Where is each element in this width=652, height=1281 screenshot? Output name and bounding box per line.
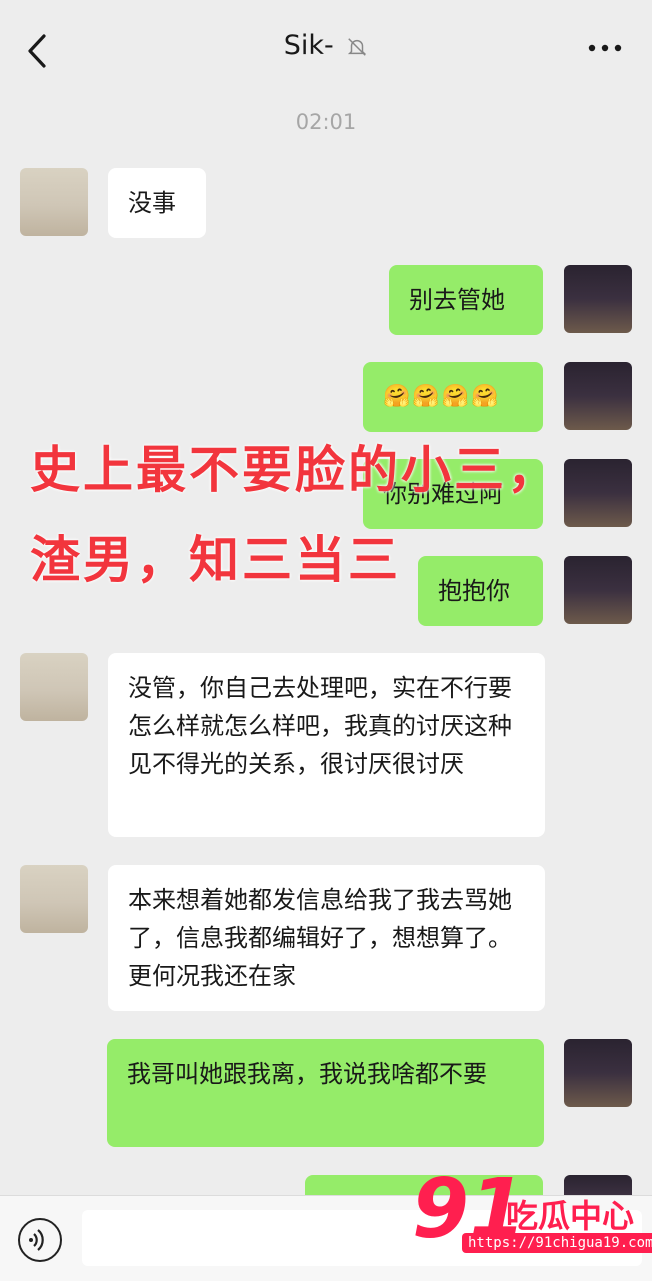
message-bubble[interactable]: 没管，你自己去处理吧，实在不行要怎么样就怎么样吧，我真的讨厌这种见不得光的关系，… <box>108 653 545 837</box>
avatar[interactable] <box>564 556 632 624</box>
watermark-url: https://91chigua19.com <box>462 1233 652 1253</box>
watermark-logo: 91 吃瓜中心 https://91chigua19.com <box>412 1165 652 1265</box>
message-bubble[interactable]: 🤗🤗🤗🤗 <box>363 362 543 432</box>
avatar[interactable] <box>564 459 632 527</box>
chat-header: Sik- <box>0 0 652 100</box>
chat-title: Sik- <box>283 30 334 61</box>
avatar[interactable] <box>564 362 632 430</box>
avatar[interactable] <box>564 1039 632 1107</box>
overlay-caption: 史上最不要脸的小三， 渣男，知三当三 <box>30 425 560 605</box>
bell-off-icon <box>348 37 367 56</box>
avatar[interactable] <box>20 653 88 721</box>
message-timestamp: 02:01 <box>295 110 357 134</box>
watermark-name: 吃瓜中心 <box>506 1197 635 1235</box>
avatar[interactable] <box>20 168 88 236</box>
overlay-caption-line: 史上最不要脸的小三， <box>30 441 560 499</box>
ellipsis-icon[interactable] <box>588 38 622 58</box>
message-bubble[interactable]: 别去管她 <box>389 265 543 335</box>
overlay-caption-line: 渣男，知三当三 <box>30 531 401 589</box>
avatar[interactable] <box>564 265 632 333</box>
avatar[interactable] <box>20 865 88 933</box>
message-bubble[interactable]: 本来想着她都发信息给我了我去骂她了，信息我都编辑好了，想想算了。更何况我还在家 <box>108 865 545 1011</box>
message-bubble[interactable]: 没事 <box>108 168 206 238</box>
voice-icon[interactable] <box>18 1218 62 1262</box>
chat-title-wrap: Sik- <box>0 30 652 61</box>
message-bubble[interactable]: 我哥叫她跟我离，我说我啥都不要 <box>107 1039 544 1147</box>
